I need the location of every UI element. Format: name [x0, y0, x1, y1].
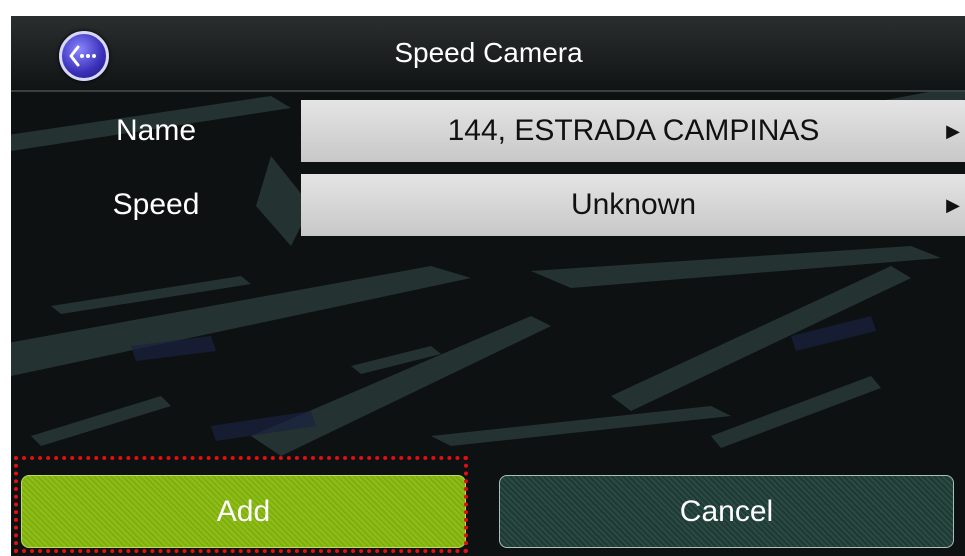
name-value: 144, ESTRADA CAMPINAS: [447, 114, 820, 147]
speed-value: Unknown: [570, 188, 697, 221]
speed-field[interactable]: Unknown ▶: [301, 174, 965, 236]
back-button[interactable]: [59, 31, 109, 81]
triangle-right-icon: ▶: [946, 195, 960, 215]
speed-label: Speed: [112, 188, 200, 221]
name-label: Name: [115, 114, 197, 147]
cancel-button[interactable]: Cancel: [499, 475, 954, 548]
add-button[interactable]: Add: [21, 475, 466, 548]
name-field[interactable]: 144, ESTRADA CAMPINAS ▶: [301, 100, 965, 162]
back-menu-icon: [69, 45, 96, 67]
triangle-right-icon: ▶: [946, 121, 960, 141]
dialog-screen: Speed Camera Name 144, ESTRADA CAMPINAS …: [11, 16, 965, 556]
dialog-title: Speed Camera: [394, 37, 583, 68]
